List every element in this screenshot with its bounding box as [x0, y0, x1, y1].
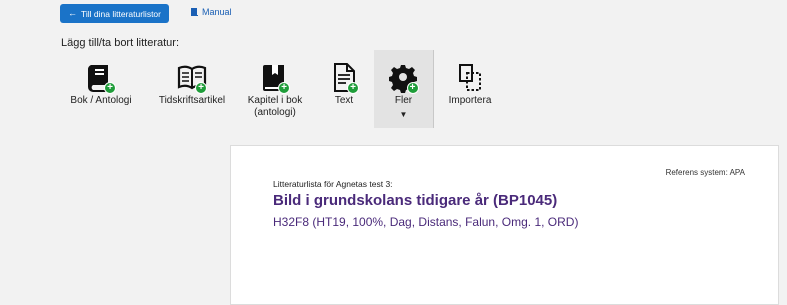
tool-label-journal: Tidskriftsartikel — [158, 95, 226, 106]
add-chapter-button[interactable]: + Kapitel i bok (antologi) — [244, 50, 306, 128]
tool-label-book: Bok / Antologi — [70, 95, 132, 106]
add-text-button[interactable]: + Text — [322, 50, 366, 128]
tool-label-more: Fler — [394, 95, 413, 106]
add-journal-article-button[interactable]: + Tidskriftsartikel — [148, 50, 236, 128]
back-to-lists-button[interactable]: ← Till dina litteraturlistor — [60, 4, 169, 23]
plus-badge-icon: + — [195, 82, 207, 94]
more-options-button[interactable]: + Fler ▼ — [374, 50, 434, 128]
list-prefix: Litteraturlista för Agnetas test 3: — [273, 179, 393, 189]
manual-label: Manual — [202, 7, 232, 17]
reference-system-label: Referens system: APA — [665, 168, 745, 177]
course-title: Bild i grundskolans tidigare år (BP1045) — [273, 192, 558, 209]
tool-label-chapter: Kapitel i bok (antologi) — [248, 95, 302, 119]
literature-list-card: Referens system: APA Litteraturlista för… — [230, 145, 779, 305]
tool-label-text: Text — [334, 95, 354, 106]
course-meta: H32F8 (HT19, 100%, Dag, Distans, Falun, … — [273, 215, 579, 229]
plus-badge-icon: + — [406, 82, 419, 94]
manual-link[interactable]: Manual — [190, 7, 232, 17]
caret-down-icon: ▼ — [399, 110, 408, 119]
add-book-button[interactable]: + Bok / Antologi — [60, 50, 142, 128]
tool-label-chapter-line1: Kapitel i bok — [247, 95, 303, 106]
plus-badge-icon: + — [278, 82, 290, 94]
import-button[interactable]: Importera — [440, 50, 500, 128]
section-label: Lägg till/ta bort litteratur: — [61, 37, 180, 49]
tool-label-chapter-line2: (antologi) — [254, 107, 296, 118]
literature-toolbar: + Bok / Antologi + Tidskriftsartikel + K… — [60, 50, 520, 128]
book-icon — [191, 8, 198, 16]
plus-badge-icon: + — [347, 82, 359, 94]
arrow-left-icon: ← — [68, 8, 77, 18]
plus-badge-icon: + — [104, 82, 116, 94]
back-to-lists-label: Till dina litteraturlistor — [81, 8, 161, 19]
tool-label-import: Importera — [448, 95, 492, 106]
import-icon — [459, 64, 481, 91]
